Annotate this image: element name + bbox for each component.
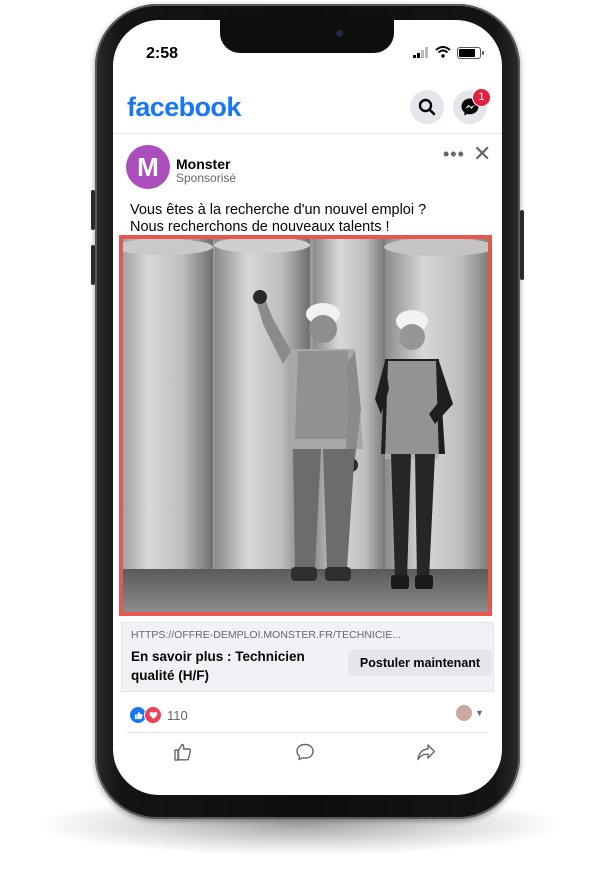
battery-icon xyxy=(457,47,484,59)
share-icon[interactable] xyxy=(416,742,436,762)
chevron-down-icon: ▼ xyxy=(475,708,484,718)
thumbs-up-icon[interactable] xyxy=(173,742,193,762)
volume-down-button xyxy=(91,245,95,285)
apply-now-button[interactable]: Postuler maintenant xyxy=(348,650,492,676)
love-reaction-icon xyxy=(144,706,162,724)
reaction-summary[interactable]: 110 xyxy=(129,706,188,724)
power-button xyxy=(520,210,524,280)
facebook-logo[interactable]: facebook xyxy=(127,92,241,123)
viewer-avatar xyxy=(456,705,472,721)
front-camera xyxy=(336,30,343,37)
search-icon xyxy=(418,98,436,116)
phone-screen: 2:58 facebook 1 M Monster Sponsorisé •••… xyxy=(113,20,502,795)
link-preview[interactable]: HTTPS://OFFRE-DEMPLOI.MONSTER.FR/TECHNIC… xyxy=(121,622,494,692)
workers-photo xyxy=(123,239,488,612)
link-url[interactable]: HTTPS://OFFRE-DEMPLOI.MONSTER.FR/TECHNIC… xyxy=(131,629,401,641)
close-icon[interactable]: ✕ xyxy=(473,141,491,167)
wifi-icon xyxy=(435,46,451,58)
cellular-signal-icon xyxy=(413,47,428,58)
status-time: 2:58 xyxy=(146,45,179,62)
volume-up-button xyxy=(91,190,95,230)
actions-divider xyxy=(127,732,488,733)
comment-icon[interactable] xyxy=(295,742,315,762)
post-text-line-1: Vous êtes à la recherche d'un nouvel emp… xyxy=(130,202,427,218)
viewer-selector[interactable]: ▼ xyxy=(456,705,484,721)
post-text: Vous êtes à la recherche d'un nouvel emp… xyxy=(130,202,470,236)
avatar-initial: M xyxy=(137,151,159,182)
post-text-line-2: Nous recherchons de nouveaux talents ! xyxy=(130,219,390,235)
author-name[interactable]: Monster xyxy=(176,156,230,172)
notification-badge: 1 xyxy=(472,88,491,107)
link-title[interactable]: En savoir plus : Technicien qualité (H/F… xyxy=(131,647,331,685)
sponsored-label: Sponsorisé xyxy=(176,171,237,185)
post-image[interactable] xyxy=(119,235,492,616)
search-button[interactable] xyxy=(410,90,444,124)
avatar[interactable]: M xyxy=(126,145,170,189)
notch xyxy=(220,20,394,53)
more-options-icon[interactable]: ••• xyxy=(443,144,465,165)
header-divider xyxy=(113,133,502,134)
reaction-count: 110 xyxy=(167,707,188,723)
